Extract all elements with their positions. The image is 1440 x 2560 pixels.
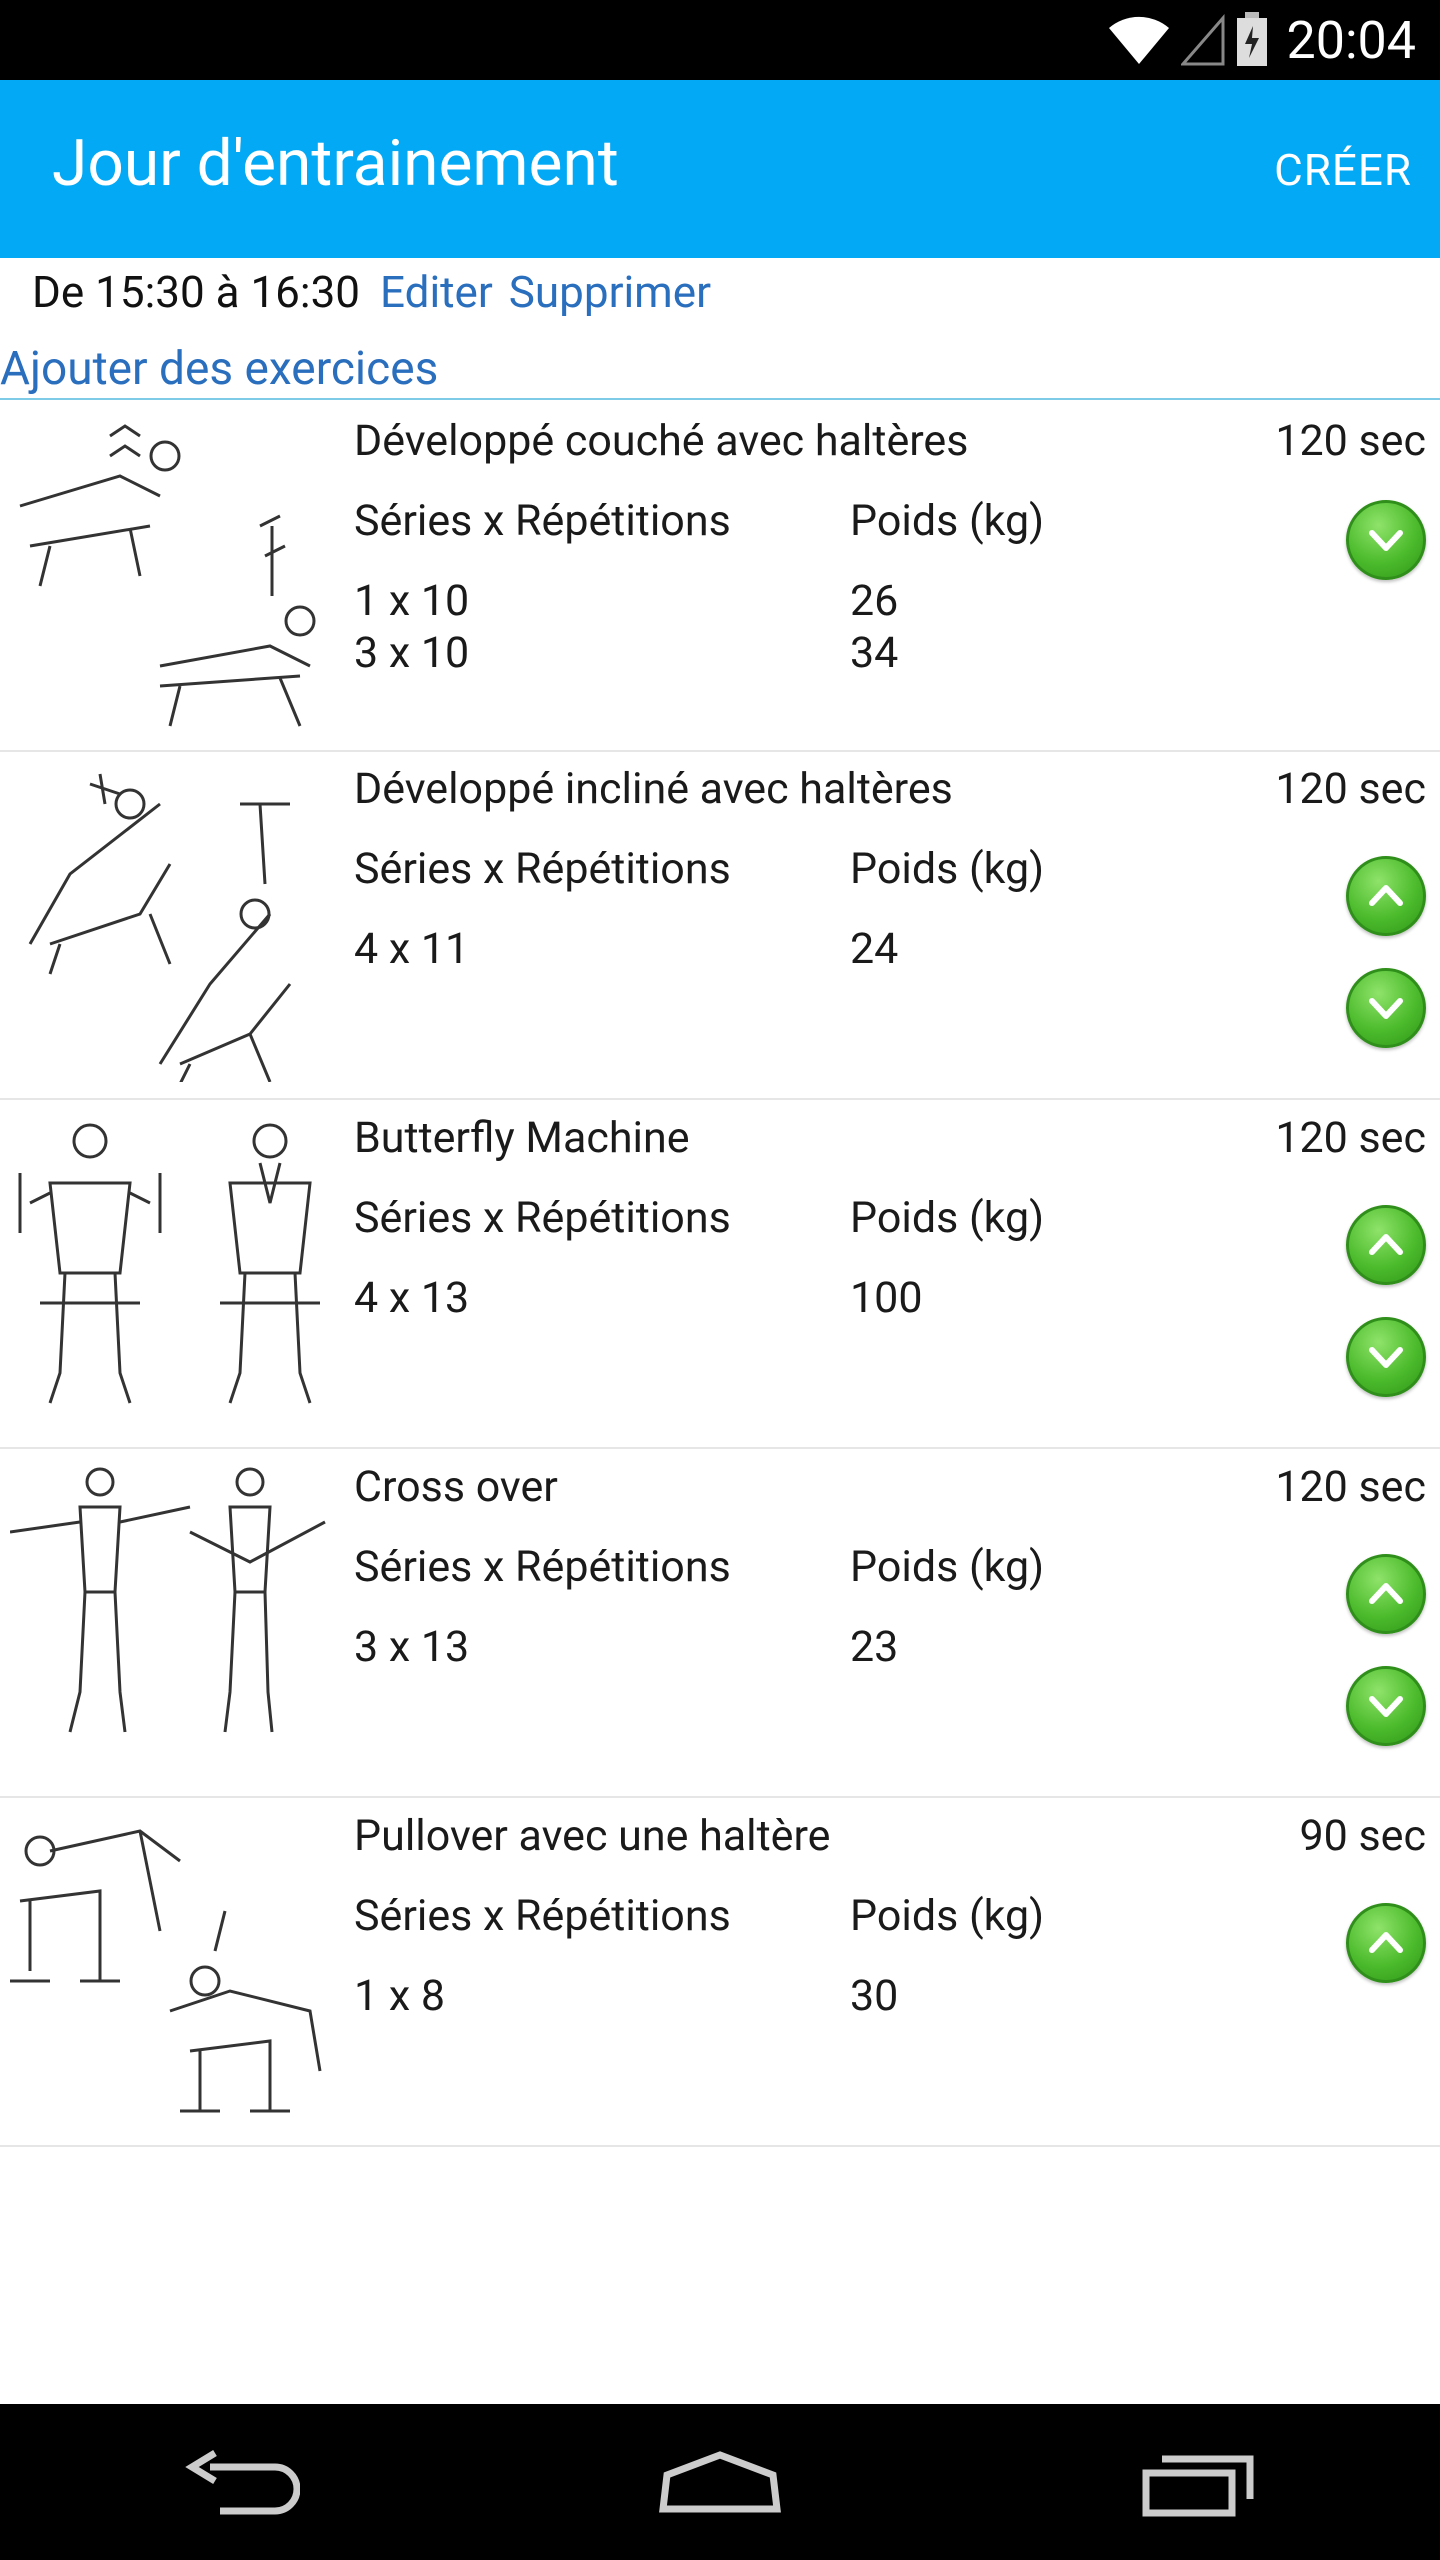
move-up-button[interactable] (1346, 1903, 1426, 1983)
sets-value: 1 x 8 (354, 1971, 445, 2021)
exercise-item[interactable]: Butterfly Machine 120 sec Séries x Répét… (0, 1099, 1440, 1449)
weight-header: Poids (kg) (850, 496, 1045, 546)
schedule-row: De 15:30 à 16:30 Editer Supprimer (32, 262, 727, 322)
check-down-icon (1369, 1696, 1403, 1717)
sets-header: Séries x Répétitions (354, 844, 731, 894)
back-button[interactable] (160, 2432, 320, 2532)
exercise-name: Butterfly Machine (354, 1113, 690, 1163)
schedule-time: De 15:30 à 16:30 (32, 266, 361, 318)
rest-time: 120 sec (1275, 1462, 1426, 1512)
exercise-item[interactable]: Cross over 120 sec Séries x Répétitions … (0, 1448, 1440, 1798)
exercise-name: Développé couché avec haltères (354, 416, 969, 466)
sets-value: 3 x 10 (354, 628, 470, 678)
sets-header: Séries x Répétitions (354, 496, 731, 546)
chevron-up-icon (1369, 1234, 1403, 1255)
status-bar: 20:04 (0, 0, 1440, 80)
exercise-illustration (28, 773, 292, 1082)
wifi-icon (1108, 16, 1169, 64)
check-down-icon (1369, 998, 1403, 1019)
sets-value: 3 x 13 (354, 1622, 470, 1672)
rest-time: 120 sec (1275, 764, 1426, 814)
weight-header: Poids (kg) (850, 844, 1045, 894)
move-up-button[interactable] (1346, 856, 1426, 936)
clock: 20:04 (1286, 9, 1417, 71)
weight-value: 30 (850, 1971, 899, 2021)
sets-header: Séries x Répétitions (354, 1193, 731, 1243)
exercise-name: Cross over (354, 1462, 558, 1512)
rest-time: 90 sec (1299, 1811, 1426, 1861)
move-up-button[interactable] (1346, 1554, 1426, 1634)
complete-button[interactable] (1346, 500, 1426, 580)
exercise-illustration (19, 424, 316, 727)
chevron-up-icon (1369, 1583, 1403, 1604)
sets-header: Séries x Répétitions (354, 1542, 731, 1592)
recents-icon (1142, 2455, 1254, 2517)
exercise-item[interactable]: Pullover avec une haltère 90 sec Séries … (0, 1797, 1440, 2147)
divider (0, 398, 1440, 400)
sets-value: 4 x 11 (354, 924, 470, 974)
exercise-item[interactable]: Développé incliné avec haltères 120 sec … (0, 750, 1440, 1100)
edit-link[interactable]: Editer (380, 266, 493, 318)
weight-value: 26 (850, 576, 899, 626)
sets-header: Séries x Répétitions (354, 1891, 731, 1941)
exercise-name: Développé incliné avec haltères (354, 764, 953, 814)
weight-value: 100 (850, 1273, 923, 1323)
battery-icon (1236, 12, 1267, 66)
create-button[interactable]: CRÉER (1274, 144, 1412, 196)
complete-button[interactable] (1346, 1666, 1426, 1746)
rest-time: 120 sec (1275, 1113, 1426, 1163)
page-title: Jour d'entrainement (52, 126, 619, 201)
check-down-icon (1369, 530, 1403, 551)
exercise-item[interactable]: Développé couché avec haltères 120 sec S… (0, 402, 1440, 752)
check-down-icon (1369, 1347, 1403, 1368)
complete-button[interactable] (1346, 968, 1426, 1048)
add-exercises-link[interactable]: Ajouter des exercices (0, 342, 438, 396)
cell-signal-icon (1180, 14, 1224, 66)
move-up-button[interactable] (1346, 1205, 1426, 1285)
exercise-illustration (10, 1467, 326, 1733)
exercise-illustration (10, 1829, 322, 2113)
chevron-up-icon (1369, 1932, 1403, 1953)
home-button[interactable] (640, 2432, 800, 2532)
chevron-up-icon (1369, 885, 1403, 906)
home-icon (659, 2451, 781, 2513)
back-icon (185, 2450, 300, 2515)
sets-value: 1 x 10 (354, 576, 470, 626)
complete-button[interactable] (1346, 1317, 1426, 1397)
delete-link[interactable]: Supprimer (509, 266, 711, 318)
navigation-bar (0, 2404, 1440, 2560)
weight-value: 34 (850, 628, 899, 678)
weight-value: 24 (850, 924, 899, 974)
weight-header: Poids (kg) (850, 1542, 1045, 1592)
weight-header: Poids (kg) (850, 1891, 1045, 1941)
sets-value: 4 x 13 (354, 1273, 470, 1323)
weight-value: 23 (850, 1622, 899, 1672)
exercise-illustration (18, 1123, 320, 1404)
exercise-name: Pullover avec une haltère (354, 1811, 831, 1861)
recents-button[interactable] (1120, 2432, 1280, 2532)
weight-header: Poids (kg) (850, 1193, 1045, 1243)
app-bar: Jour d'entrainement CRÉER (0, 80, 1440, 258)
rest-time: 120 sec (1275, 416, 1426, 466)
